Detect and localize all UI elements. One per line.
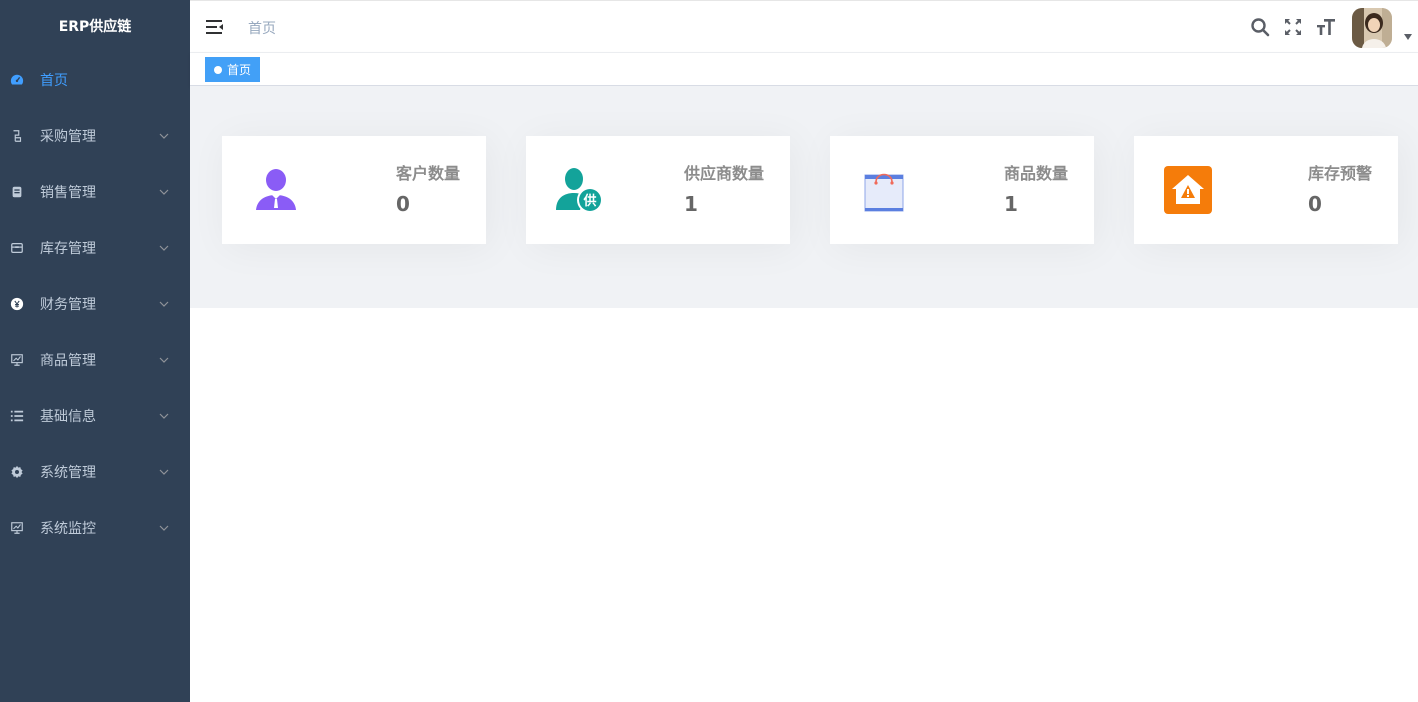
gear-icon [10, 465, 24, 479]
sidebar-item-label: 采购管理 [40, 129, 96, 145]
sidebar-item-label: 基础信息 [40, 409, 96, 425]
chevron-down-icon [159, 189, 169, 195]
sidebar-item-label: 系统监控 [40, 521, 96, 537]
monitor-icon [10, 521, 24, 535]
chevron-down-icon [159, 301, 169, 307]
chevron-down-icon [159, 469, 169, 475]
fullscreen-icon[interactable] [1283, 17, 1303, 37]
sidebar-item-inventory[interactable]: 库存管理 [0, 220, 190, 276]
breadcrumb[interactable]: 首页 [248, 18, 276, 38]
card-label: 供应商数量 [683, 164, 764, 183]
purchase-icon [10, 129, 24, 143]
sidebar-item-purchase[interactable]: 采购管理 [0, 108, 190, 164]
card-value: 1 [1004, 192, 1018, 216]
avatar[interactable] [1352, 8, 1392, 48]
search-icon[interactable] [1250, 17, 1270, 37]
card-value: 0 [396, 192, 410, 216]
tag-home[interactable]: 首页 [205, 57, 261, 82]
card-label: 客户数量 [395, 164, 460, 183]
sidebar-item-label: 系统管理 [40, 465, 96, 481]
goods-bag-icon [864, 173, 904, 212]
svg-text:供: 供 [582, 193, 596, 209]
sidebar-item-goods[interactable]: 商品管理 [0, 332, 190, 388]
inventory-icon [10, 241, 24, 255]
dashboard-panel: 客户数量 0 供 供应商数量 1 商品数量 1 库存预警 0 [190, 86, 1418, 308]
active-dot [214, 65, 222, 74]
sidebar-item-basic-info[interactable]: 基础信息 [0, 388, 190, 444]
sidebar-item-monitor[interactable]: 系统监控 [0, 500, 190, 556]
hamburger-icon[interactable] [205, 17, 225, 37]
sidebar: ERP供应链 首页 采购管理 销售管理 库存管理 财务管理 商品管理 基础信息 … [0, 0, 190, 702]
sidebar-item-sales[interactable]: 销售管理 [0, 164, 190, 220]
chevron-down-icon [159, 133, 169, 139]
sidebar-item-label: 库存管理 [40, 241, 96, 257]
sidebar-item-label: 销售管理 [40, 185, 96, 201]
caret-down-icon[interactable] [1404, 34, 1412, 40]
top-navbar: 首页 [190, 0, 1418, 53]
card-goods[interactable]: 商品数量 1 [830, 136, 1094, 244]
stock-warning-icon [1164, 166, 1212, 214]
font-size-icon[interactable] [1316, 17, 1336, 37]
tag-label: 首页 [227, 63, 252, 77]
sidebar-item-finance[interactable]: 财务管理 [0, 276, 190, 332]
goods-icon [10, 353, 24, 367]
customer-icon [256, 169, 296, 210]
card-suppliers[interactable]: 供 供应商数量 1 [526, 136, 790, 244]
finance-icon [10, 297, 24, 311]
chevron-down-icon [159, 245, 169, 251]
dashboard-icon [10, 73, 24, 87]
card-label: 库存预警 [1307, 164, 1372, 183]
sales-icon [10, 185, 24, 199]
sidebar-item-label: 财务管理 [40, 297, 96, 313]
sidebar-item-label: 商品管理 [40, 353, 96, 369]
card-label: 商品数量 [1003, 164, 1068, 183]
supplier-icon: 供 [556, 168, 603, 213]
tags-view: 首页 [190, 53, 1418, 86]
sidebar-item-label: 首页 [40, 73, 68, 89]
sidebar-item-system[interactable]: 系统管理 [0, 444, 190, 500]
chevron-down-icon [159, 525, 169, 531]
chevron-down-icon [159, 357, 169, 363]
card-stock-warning[interactable]: 库存预警 0 [1134, 136, 1398, 244]
list-icon [10, 409, 24, 423]
app-title: ERP供应链 [58, 19, 132, 35]
chevron-down-icon [159, 413, 169, 419]
sidebar-item-home[interactable]: 首页 [0, 52, 190, 108]
card-customers[interactable]: 客户数量 0 [222, 136, 486, 244]
card-value: 0 [1308, 192, 1322, 216]
card-value: 1 [684, 192, 698, 216]
